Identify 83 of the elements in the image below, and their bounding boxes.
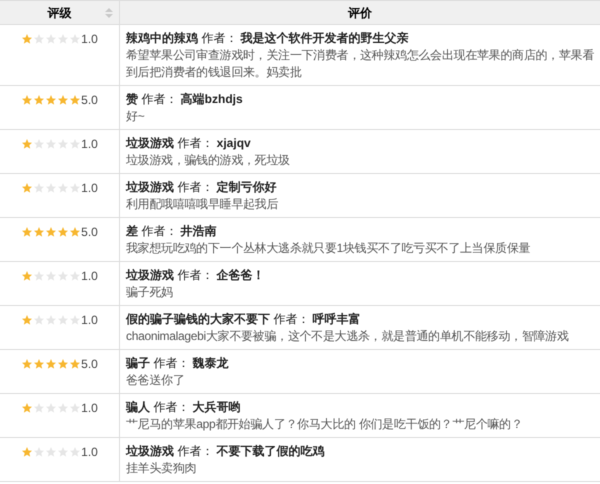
star-icon xyxy=(57,94,70,106)
star-icon xyxy=(21,182,34,194)
review-text: 利用配哦嘻嘻哦早睡早起我后 xyxy=(126,196,280,213)
star-icon xyxy=(45,270,58,282)
star-icon xyxy=(69,138,82,150)
star-icon xyxy=(69,270,82,282)
review-heading: 垃圾游戏 作者： xjajqv xyxy=(126,135,252,152)
column-header[interactable]: 评级 xyxy=(0,1,120,24)
star-icon xyxy=(21,94,34,106)
star-icon xyxy=(45,33,58,45)
star-icon xyxy=(69,314,82,326)
rating-value: 1.0 xyxy=(81,444,98,461)
rating-value: 1.0 xyxy=(81,312,98,329)
rating-value: 5.0 xyxy=(81,92,98,109)
review-text: chaonimalagebi大家不要被骗，这个不是大逃杀，就是普通的单机不能移动，智障游戏 xyxy=(126,328,570,345)
rating-value: 5.0 xyxy=(81,224,98,241)
review-text: 我家想玩吃鸡的下一个丛林大逃杀就只要1块钱买不了吃亏买不了上当保质保量 xyxy=(126,240,532,257)
star-icon xyxy=(57,270,70,282)
star-icon xyxy=(69,182,82,194)
rating-value: 1.0 xyxy=(81,268,98,285)
star-icon xyxy=(45,358,58,370)
review-text: 垃圾游戏，骗钱的游戏，死垃圾 xyxy=(126,152,291,169)
star-icon xyxy=(57,314,70,326)
review-heading: 垃圾游戏 作者： 不要下载了假的吃鸡 xyxy=(126,443,326,460)
star-icon xyxy=(21,358,34,370)
review-heading: 垃圾游戏 作者： 企爸爸！ xyxy=(126,267,266,284)
rating-value: 1.0 xyxy=(81,31,98,48)
star-icon xyxy=(57,446,70,458)
star-icon xyxy=(57,358,70,370)
review-text: 爸爸送你了 xyxy=(126,372,186,389)
star-icon xyxy=(69,94,82,106)
rating-value: 1.0 xyxy=(81,180,98,197)
star-icon xyxy=(33,94,46,106)
star-icon xyxy=(69,226,82,238)
star-icon xyxy=(57,138,70,150)
star-icon xyxy=(45,446,58,458)
review-heading: 垃圾游戏 作者： 定制亏你好 xyxy=(126,179,278,196)
star-icon xyxy=(21,33,34,45)
review-heading: 差 作者： 井浩南 xyxy=(126,223,218,240)
star-icon xyxy=(21,138,34,150)
star-icon xyxy=(45,182,58,194)
review-text: 好~ xyxy=(126,108,146,125)
star-icon xyxy=(33,33,46,45)
review-heading: 骗人 作者： 大兵哥哟 xyxy=(126,399,242,416)
star-icon xyxy=(45,314,58,326)
star-icon xyxy=(45,226,58,238)
star-icon xyxy=(57,402,70,414)
star-icon xyxy=(57,33,70,45)
review-text: 挂羊头卖狗肉 xyxy=(126,460,198,477)
star-icon xyxy=(45,402,58,414)
star-icon xyxy=(21,402,34,414)
review-text: 希望苹果公司审查游戏时，关注一下消费者，这种辣鸡怎么会出现在苹果的商店的，苹果看到后把消费者的钱退回来。妈卖批 xyxy=(126,47,596,81)
review-heading: 赞 作者： 高端bzhdjs xyxy=(126,91,244,108)
star-icon xyxy=(21,270,34,282)
star-icon xyxy=(33,138,46,150)
rating-value: 1.0 xyxy=(81,400,98,417)
review-text: 骗子死妈 xyxy=(126,284,174,301)
star-icon xyxy=(33,182,46,194)
star-icon xyxy=(33,358,46,370)
star-icon xyxy=(45,94,58,106)
star-icon xyxy=(57,182,70,194)
review-text: 艹尼马的苹果app都开始骗人了？你马大比的 你们是吃干饭的？艹尼个嘛的？ xyxy=(126,416,524,433)
rating-value: 1.0 xyxy=(81,136,98,153)
star-icon xyxy=(33,446,46,458)
star-icon xyxy=(69,358,82,370)
review-heading: 假的骗子骗钱的大家不要下 作者： 呼呼丰富 xyxy=(126,311,362,328)
star-icon xyxy=(45,138,58,150)
star-icon xyxy=(21,226,34,238)
review-heading: 骗子 作者： 魏泰龙 xyxy=(126,355,230,372)
star-icon xyxy=(69,446,82,458)
star-icon xyxy=(57,226,70,238)
review-heading: 辣鸡中的辣鸡 作者： 我是这个软件开发者的野生父亲 xyxy=(126,30,410,47)
star-icon xyxy=(21,446,34,458)
star-icon xyxy=(33,270,46,282)
sort-icon[interactable] xyxy=(105,8,113,18)
star-icon xyxy=(69,33,82,45)
star-icon xyxy=(33,226,46,238)
rating-value: 5.0 xyxy=(81,356,98,373)
star-icon xyxy=(33,402,46,414)
star-icon xyxy=(21,314,34,326)
star-icon xyxy=(33,314,46,326)
star-icon xyxy=(69,402,82,414)
column-header: 评价 xyxy=(346,4,373,22)
